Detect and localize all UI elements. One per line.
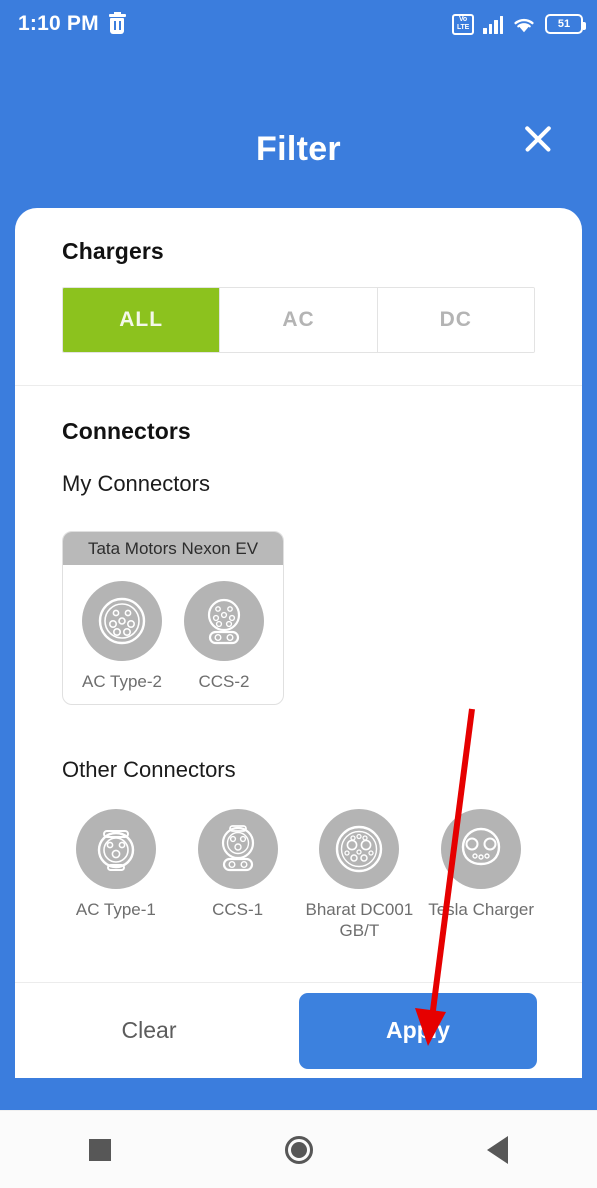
vehicle-connectors-card: Tata Motors Nexon EV AC Type-2 CCS-2	[62, 531, 284, 705]
ccs-2-connector-icon	[184, 581, 264, 661]
status-bar-left: 1:10 PM	[18, 12, 126, 36]
charger-option-dc[interactable]: DC	[377, 288, 534, 352]
connector-label: Tesla Charger	[428, 900, 535, 919]
connectors-section: Connectors My Connectors Tata Motors Nex…	[15, 386, 582, 941]
ccs-1-connector-icon	[197, 809, 278, 889]
android-nav-bar	[0, 1110, 597, 1188]
battery-level-label: 51	[557, 18, 571, 30]
page-title: Filter	[256, 129, 341, 168]
ac-type-1-connector-icon	[75, 809, 156, 889]
charger-option-all[interactable]: ALL	[63, 288, 221, 352]
chargers-title: Chargers	[62, 238, 164, 264]
status-bar: 1:10 PM Vo LTE 51	[0, 0, 597, 48]
connector-ac-type-1[interactable]: AC Type-1	[62, 809, 170, 941]
wifi-icon	[512, 15, 536, 34]
volte-bottom-label: LTE	[456, 24, 470, 31]
trash-icon	[108, 12, 126, 34]
connector-label: AC Type-1	[75, 900, 156, 919]
connector-ccs-1[interactable]: CCS-1	[184, 809, 292, 941]
other-connectors-list: AC Type-1 CCS-1 Bharat DC001 GB/T Tesla …	[62, 809, 535, 941]
battery-icon: 51	[545, 14, 586, 34]
my-connectors-label: My Connectors	[62, 471, 210, 496]
close-icon[interactable]	[517, 118, 559, 160]
status-clock: 1:10 PM	[18, 12, 99, 35]
filter-header: Filter	[0, 48, 597, 208]
apply-button[interactable]: Apply	[299, 992, 537, 1069]
volte-icon: Vo LTE	[452, 13, 474, 35]
filter-scroll-area[interactable]: Chargers ALL AC DC Connectors My Connect…	[15, 208, 582, 982]
home-button[interactable]	[254, 1125, 344, 1175]
charger-option-ac[interactable]: AC	[220, 288, 378, 352]
tesla-charger-connector-icon	[441, 809, 522, 889]
clear-button[interactable]: Clear	[15, 1017, 283, 1044]
connector-tesla-charger[interactable]: Tesla Charger	[427, 809, 535, 941]
other-connectors-label: Other Connectors	[62, 757, 236, 782]
square-recents-icon	[88, 1138, 111, 1161]
recents-button[interactable]	[55, 1125, 145, 1175]
connectors-title: Connectors	[62, 418, 191, 444]
chargers-section: Chargers ALL AC DC	[15, 208, 582, 353]
connector-label: CCS-1	[212, 900, 264, 919]
filter-footer: Clear Apply	[15, 982, 582, 1078]
connector-bharat-dc001[interactable]: Bharat DC001 GB/T	[306, 809, 414, 941]
connector-ac-type-2[interactable]: AC Type-2	[71, 581, 173, 692]
charger-type-segmented-control[interactable]: ALL AC DC	[62, 287, 535, 353]
volte-top-label: Vo	[458, 16, 468, 23]
status-bar-right: Vo LTE 51	[452, 13, 586, 35]
vehicle-name-label: Tata Motors Nexon EV	[63, 532, 283, 565]
vehicle-connectors-list: AC Type-2 CCS-2	[63, 565, 283, 704]
filter-sheet: Chargers ALL AC DC Connectors My Connect…	[15, 208, 582, 1078]
circle-home-icon	[284, 1135, 313, 1164]
triangle-back-icon	[487, 1135, 508, 1164]
connector-ccs-2[interactable]: CCS-2	[173, 581, 275, 692]
back-button[interactable]	[453, 1125, 543, 1175]
connector-label: AC Type-2	[81, 672, 162, 691]
ac-type-2-connector-icon	[82, 581, 162, 661]
connector-label: CCS-2	[198, 672, 250, 691]
bharat-dc001-connector-icon	[319, 809, 400, 889]
phone-screen: 1:10 PM Vo LTE 51 Filter Chargers ALL AC…	[0, 0, 597, 1188]
signal-bars-icon	[483, 14, 503, 34]
connector-label: Bharat DC001 GB/T	[305, 900, 414, 940]
